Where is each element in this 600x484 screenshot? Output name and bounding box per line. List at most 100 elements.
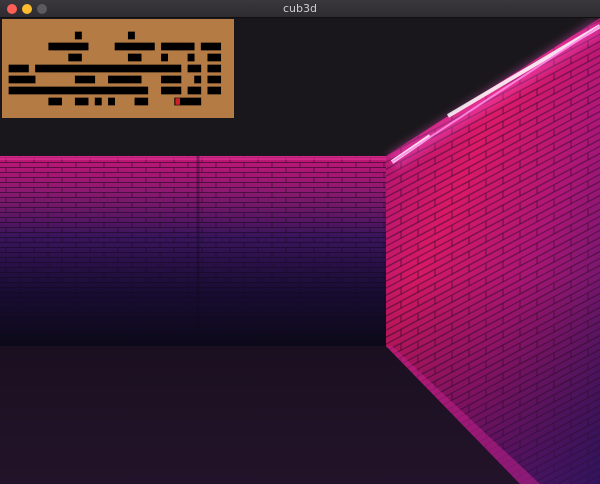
minimap-wall-cell bbox=[174, 64, 182, 73]
minimap-wall-cell bbox=[161, 86, 169, 95]
minimap-wall-cell bbox=[187, 64, 195, 73]
minimap-wall-cell bbox=[161, 53, 169, 62]
minimap-wall-cell bbox=[194, 86, 202, 95]
minimap-wall-cell bbox=[134, 86, 142, 95]
minimap-wall-cell bbox=[207, 75, 215, 84]
minimap-wall-cell bbox=[187, 53, 195, 62]
minimap-wall-cell bbox=[214, 86, 222, 95]
title-bar[interactable]: cub3d bbox=[0, 0, 600, 18]
minimap-wall-cell bbox=[161, 75, 169, 84]
minimap-wall-cell bbox=[187, 86, 195, 95]
minimap-wall-cell bbox=[134, 75, 142, 84]
minimap-wall-cell bbox=[74, 64, 82, 73]
minimap-wall-cell bbox=[180, 97, 188, 106]
minimap-wall-cell bbox=[68, 64, 76, 73]
minimap-wall-cell bbox=[15, 64, 23, 73]
minimap-wall-cell bbox=[167, 75, 175, 84]
minimap-wall-cell bbox=[114, 75, 122, 84]
minimap-wall-cell bbox=[48, 86, 56, 95]
minimap bbox=[2, 19, 234, 118]
minimap-wall-cell bbox=[141, 64, 149, 73]
minimap-player-marker bbox=[175, 98, 180, 105]
minimap-wall-cell bbox=[21, 64, 29, 73]
minimap-wall-cell bbox=[8, 86, 16, 95]
minimap-wall-cell bbox=[61, 86, 69, 95]
minimap-wall-cell bbox=[134, 97, 142, 106]
minimap-wall-cell bbox=[207, 64, 215, 73]
minimap-wall-cell bbox=[108, 97, 115, 106]
minimap-wall-cell bbox=[121, 86, 129, 95]
minimap-wall-cell bbox=[81, 42, 89, 51]
minimap-wall-cell bbox=[141, 97, 149, 106]
minimap-wall-cell bbox=[174, 75, 182, 84]
minimap-wall-cell bbox=[141, 42, 149, 51]
minimap-wall-cell bbox=[74, 31, 82, 40]
minimap-wall-cell bbox=[108, 64, 115, 73]
minimap-wall-cell bbox=[81, 75, 89, 84]
minimap-wall-cell bbox=[134, 64, 142, 73]
minimap-wall-cell bbox=[74, 86, 82, 95]
minimap-wall-cell bbox=[88, 75, 96, 84]
far-wall bbox=[0, 156, 386, 346]
minimap-wall-cell bbox=[154, 64, 162, 73]
minimap-wall-cell bbox=[94, 64, 102, 73]
minimap-wall-cell bbox=[134, 42, 142, 51]
minimap-wall-cell bbox=[161, 42, 169, 51]
minimap-wall-cell bbox=[35, 86, 43, 95]
minimap-wall-cell bbox=[214, 64, 222, 73]
minimap-wall-cell bbox=[108, 75, 115, 84]
minimap-wall-cell bbox=[88, 86, 96, 95]
minimap-wall-cell bbox=[174, 86, 182, 95]
minimap-wall-cell bbox=[48, 42, 56, 51]
minimap-wall-cell bbox=[134, 53, 142, 62]
minimap-wall-cell bbox=[207, 86, 215, 95]
minimap-wall-cell bbox=[74, 42, 82, 51]
minimap-wall-cell bbox=[127, 75, 135, 84]
minimap-wall-cell bbox=[174, 42, 182, 51]
minimap-wall-cell bbox=[214, 53, 222, 62]
minimap-wall-cell bbox=[61, 42, 69, 51]
minimap-wall-cell bbox=[114, 86, 122, 95]
minimap-wall-cell bbox=[35, 64, 43, 73]
minimap-wall-cell bbox=[74, 53, 82, 62]
minimap-wall-cell bbox=[127, 53, 135, 62]
minimap-wall-cell bbox=[81, 86, 89, 95]
minimap-wall-cell bbox=[28, 75, 36, 84]
minimap-wall-cell bbox=[101, 86, 109, 95]
minimap-wall-cell bbox=[55, 86, 62, 95]
minimap-wall-cell bbox=[127, 31, 135, 40]
minimap-wall-cell bbox=[207, 53, 215, 62]
raycast-scene[interactable] bbox=[0, 18, 600, 484]
minimap-wall-cell bbox=[200, 42, 208, 51]
minimap-wall-cell bbox=[55, 42, 62, 51]
minimap-wall-cell bbox=[180, 42, 188, 51]
minimap-wall-cell bbox=[8, 64, 16, 73]
minimap-wall-cell bbox=[127, 42, 135, 51]
minimap-wall-cell bbox=[114, 42, 122, 51]
minimap-wall-cell bbox=[81, 64, 89, 73]
minimap-wall-cell bbox=[167, 64, 175, 73]
minimap-wall-cell bbox=[187, 97, 195, 106]
minimap-wall-cell bbox=[41, 86, 49, 95]
minimap-wall-cell bbox=[167, 86, 175, 95]
minimap-wall-cell bbox=[88, 64, 96, 73]
minimap-wall-cell bbox=[68, 86, 76, 95]
minimap-wall-cell bbox=[21, 86, 29, 95]
minimap-wall-cell bbox=[194, 75, 202, 84]
minimap-wall-cell bbox=[161, 64, 169, 73]
minimap-wall-cell bbox=[48, 97, 56, 106]
minimap-wall-cell bbox=[214, 75, 222, 84]
minimap-wall-cell bbox=[187, 42, 195, 51]
minimap-wall-cell bbox=[41, 64, 49, 73]
minimap-wall-cell bbox=[101, 64, 109, 73]
minimap-wall-cell bbox=[74, 97, 82, 106]
minimap-wall-cell bbox=[127, 64, 135, 73]
minimap-wall-cell bbox=[214, 42, 222, 51]
minimap-wall-cell bbox=[114, 64, 122, 73]
minimap-wall-cell bbox=[15, 75, 23, 84]
minimap-wall-cell bbox=[147, 64, 155, 73]
minimap-wall-cell bbox=[108, 86, 115, 95]
game-viewport[interactable] bbox=[0, 18, 600, 484]
window-title: cub3d bbox=[283, 2, 317, 15]
minimap-wall-cell bbox=[55, 97, 62, 106]
